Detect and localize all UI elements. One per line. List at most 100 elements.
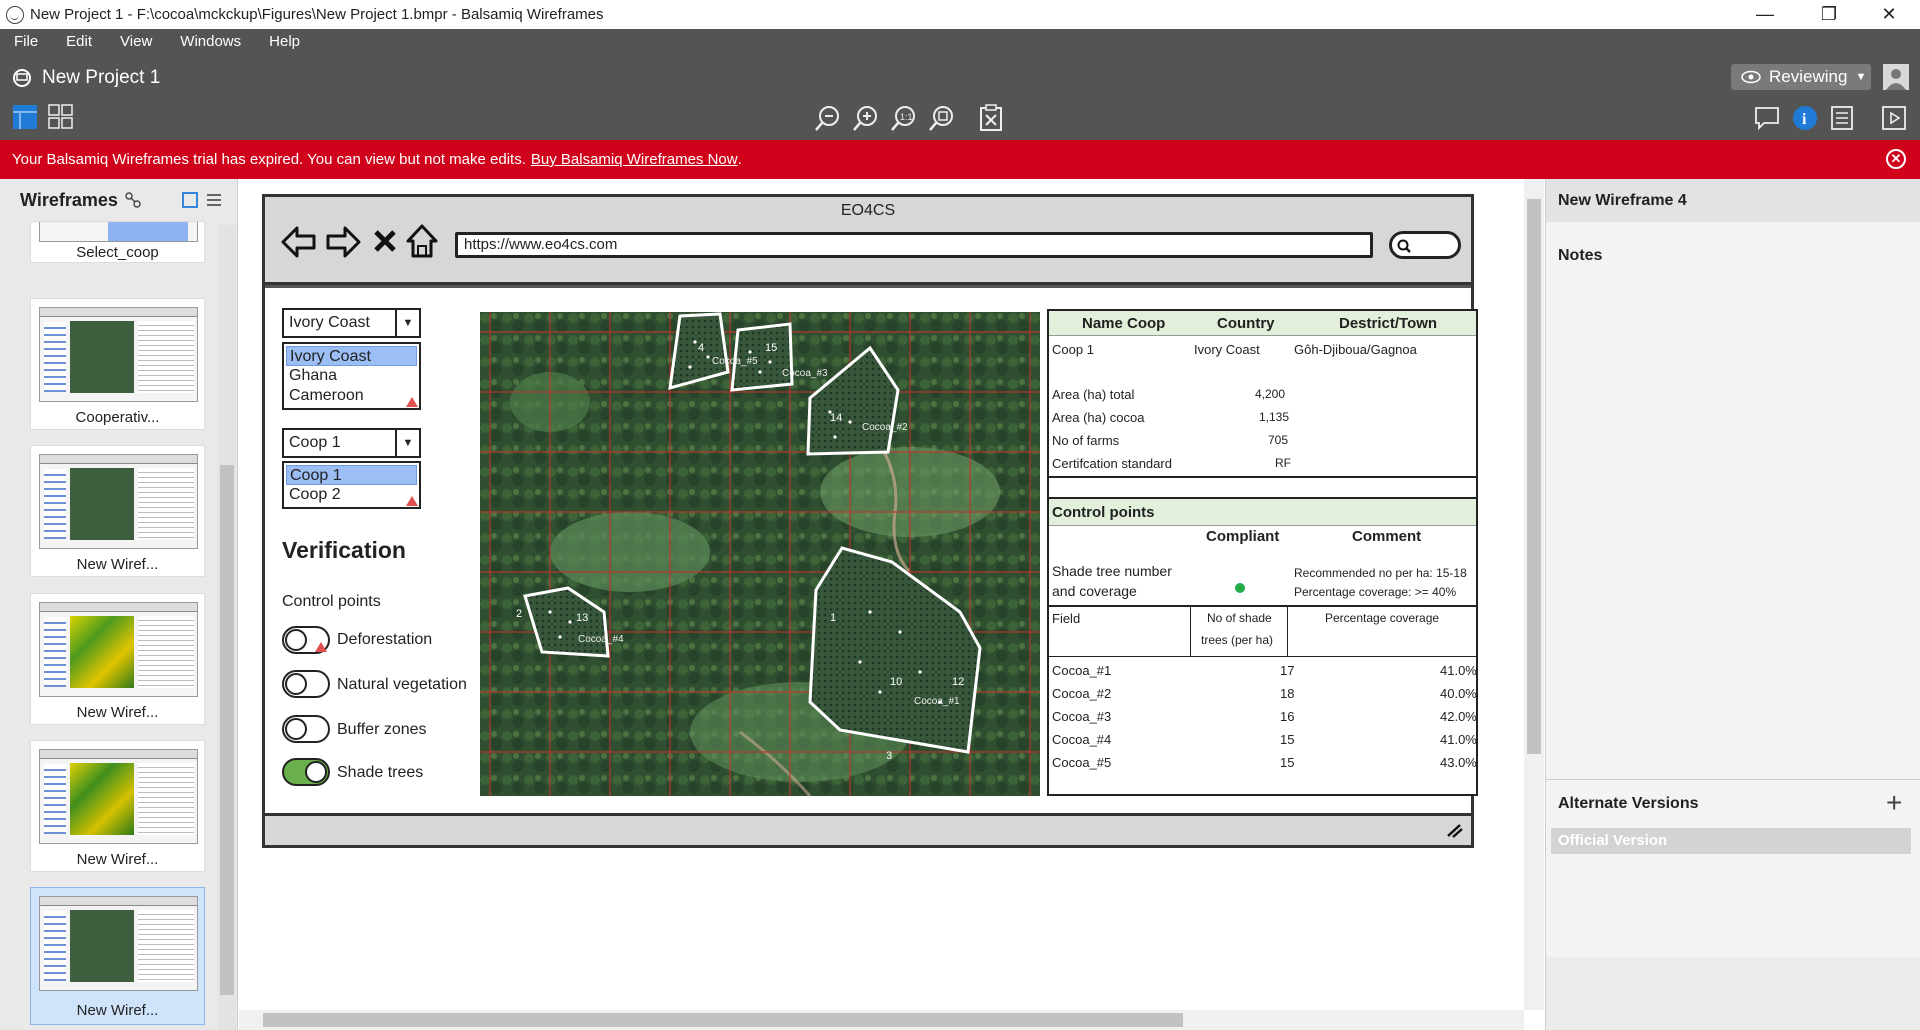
single-view-icon[interactable]: [12, 104, 38, 130]
country-listbox[interactable]: Ivory Coast Ghana Cameroon: [282, 342, 421, 410]
thumbnail-label: New Wiref...: [76, 704, 159, 721]
restore-button[interactable]: ❐: [1800, 0, 1858, 29]
stat-value: RF: [1275, 456, 1291, 470]
zoom-fit-icon[interactable]: [928, 104, 956, 132]
minimize-button[interactable]: —: [1736, 0, 1794, 29]
back-arrow-icon[interactable]: [281, 225, 317, 259]
map-label-15: 15: [765, 342, 778, 354]
toggle-buffer-zones[interactable]: [282, 715, 330, 743]
control-points-label: Control points: [282, 593, 381, 610]
stat-label: Area (ha) cocoa: [1052, 410, 1145, 425]
canvas-hscroll-thumb[interactable]: [263, 1013, 1183, 1027]
notes-label: Notes: [1558, 247, 1603, 264]
browser-title: EO4CS: [840, 202, 896, 219]
properties-panel: New Wireframe 4 Notes Alternate Versions…: [1545, 179, 1920, 1030]
presentation-play-icon[interactable]: [1882, 106, 1906, 130]
toggle-shade-trees[interactable]: [282, 758, 330, 786]
canvas-horizontal-scrollbar[interactable]: [239, 1010, 1524, 1030]
eye-icon: [1741, 70, 1761, 84]
toggle-label-natural-vegetation: Natural vegetation: [337, 676, 467, 693]
wireframes-title: Wireframes: [20, 189, 118, 210]
thumbnail-new-wireframe-4[interactable]: New Wiref...: [30, 887, 205, 1025]
menu-file[interactable]: File: [0, 33, 52, 50]
thumbnail-new-wireframe-3[interactable]: New Wiref...: [30, 740, 205, 872]
properties-icon[interactable]: [1830, 105, 1854, 131]
combobox-arrow-icon[interactable]: ▼: [395, 430, 419, 456]
thumbnail-new-wireframe-1[interactable]: New Wiref...: [30, 445, 205, 577]
zoom-actual-icon[interactable]: 1:1: [890, 104, 918, 132]
field-name: Cocoa_#4: [1052, 732, 1112, 747]
close-button[interactable]: ✕: [1860, 0, 1918, 29]
coop-country-value: Ivory Coast: [1194, 342, 1260, 357]
share-nodes-icon[interactable]: [124, 191, 142, 209]
field-trees: 15: [1280, 732, 1295, 747]
country-combobox-value: Ivory Coast: [289, 314, 370, 331]
home-icon[interactable]: [405, 223, 439, 259]
map-label-4: 4: [698, 342, 705, 354]
coverage-header: Percentage coverage: [1325, 611, 1440, 625]
country-option-ivory-coast[interactable]: Ivory Coast: [286, 346, 417, 366]
toggle-label-deforestation: Deforestation: [337, 631, 433, 648]
chevron-down-icon: ▼: [1855, 71, 1867, 83]
official-version-item[interactable]: Official Version: [1551, 828, 1911, 854]
coop-listbox[interactable]: Coop 1 Coop 2: [282, 461, 421, 509]
country-combobox[interactable]: Ivory Coast ▼: [282, 308, 421, 338]
browser-toolbar: EO4CS https://www.eo4cs.com: [265, 197, 1471, 285]
map-plot-label: Cocoa_#2: [862, 422, 908, 433]
search-icon: [1397, 239, 1411, 253]
thumbnail-view-icon[interactable]: [181, 192, 198, 208]
thumbnails-scrollbar[interactable]: [218, 225, 236, 1030]
coop-option-1[interactable]: Coop 1: [286, 465, 417, 485]
map-plot-label: Cocoa_#4: [578, 634, 624, 645]
clear-icon[interactable]: [978, 104, 1004, 132]
thumbnail-label: New Wiref...: [76, 556, 159, 573]
url-field[interactable]: https://www.eo4cs.com: [455, 232, 1373, 258]
country-option-ghana[interactable]: Ghana: [284, 366, 419, 386]
combobox-arrow-icon[interactable]: ▼: [395, 310, 419, 336]
trial-expired-banner: Your Balsamiq Wireframes trial has expir…: [0, 140, 1920, 179]
coop-option-2[interactable]: Coop 2: [284, 485, 419, 505]
add-version-icon[interactable]: +: [1886, 787, 1902, 819]
thumbnail-new-wireframe-2[interactable]: New Wiref...: [30, 593, 205, 725]
comment-icon[interactable]: [1754, 106, 1780, 130]
zoom-out-icon[interactable]: [814, 104, 842, 132]
canvas-vscroll-thumb[interactable]: [1527, 199, 1541, 754]
thumbnail-cooperative[interactable]: Cooperativ...: [30, 298, 205, 430]
coop-combobox-value: Coop 1: [289, 434, 341, 451]
stop-x-icon[interactable]: [373, 229, 397, 253]
field-name: Cocoa_#5: [1052, 755, 1112, 770]
resize-grip-icon[interactable]: [1445, 822, 1463, 838]
zoom-in-icon[interactable]: [852, 104, 880, 132]
reviewing-dropdown[interactable]: Reviewing ▼: [1731, 64, 1871, 90]
field-name: Cocoa_#2: [1052, 686, 1112, 701]
forward-arrow-icon[interactable]: [325, 225, 361, 259]
wireframes-panel: Wireframes Select_coop Cooperativ... New…: [0, 179, 238, 1030]
balsamiq-icon: [6, 5, 24, 24]
grid-view-icon[interactable]: [48, 104, 74, 130]
thumbnails-scroll-thumb[interactable]: [220, 465, 234, 995]
banner-close-icon[interactable]: ✕: [1886, 149, 1906, 169]
field-coverage: 43.0%: [1440, 755, 1477, 770]
menu-view[interactable]: View: [106, 33, 166, 50]
shade-header-line-2: trees (per ha): [1201, 633, 1274, 647]
browser-search-field[interactable]: [1389, 231, 1461, 259]
field-trees: 16: [1280, 709, 1295, 724]
map-label-1: 1: [830, 612, 837, 624]
menu-windows[interactable]: Windows: [166, 33, 255, 50]
list-view-icon[interactable]: [206, 192, 222, 208]
alternate-versions-label: Alternate Versions: [1558, 795, 1699, 812]
canvas-vertical-scrollbar[interactable]: [1524, 179, 1544, 1010]
user-avatar-icon[interactable]: [1883, 64, 1909, 90]
verification-heading: Verification: [282, 537, 406, 563]
buy-now-link[interactable]: Buy Balsamiq Wireframes Now: [531, 151, 738, 168]
menu-edit[interactable]: Edit: [52, 33, 106, 50]
thumbnail-select-coop[interactable]: Select_coop: [30, 221, 205, 263]
toggle-natural-vegetation[interactable]: [282, 670, 330, 698]
coop-combobox[interactable]: Coop 1 ▼: [282, 428, 421, 458]
field-name: Cocoa_#3: [1052, 709, 1112, 724]
thumbnail-label: New Wiref...: [76, 851, 159, 868]
info-icon[interactable]: i: [1792, 105, 1818, 131]
satellite-map-graphic: [480, 312, 1040, 796]
country-option-cameroon[interactable]: Cameroon: [284, 386, 419, 406]
menu-help[interactable]: Help: [255, 33, 314, 50]
